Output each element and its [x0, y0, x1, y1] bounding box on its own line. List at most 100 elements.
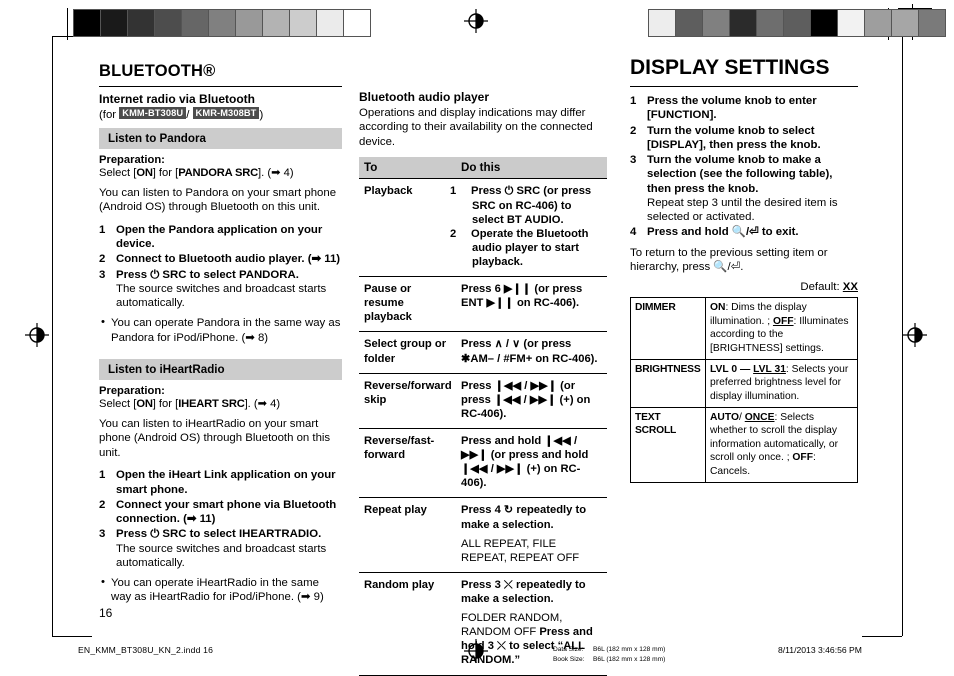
step-number: 2 [99, 498, 106, 511]
step-number: 1 [630, 95, 637, 107]
gray-patch-wedge-right [648, 9, 946, 37]
prep-a: Select [ [99, 167, 137, 179]
step-text: Press ⏻ SRC to select PANDORA. [116, 268, 299, 281]
step-text: Connect to Bluetooth audio player. (➡ 11… [116, 253, 341, 266]
manual-page: BLUETOOTH® Internet radio via Bluetooth … [0, 0, 954, 676]
model-applicability-line: (for KMM-BT308U / KMR-M308BT) [99, 107, 342, 121]
table-row: Reverse/fast-forward Press and hold ❙◀◀ … [359, 427, 607, 498]
prep-page-ref: 4) [280, 167, 294, 179]
row-label-repeat-play: Repeat play [359, 497, 456, 573]
pandora-intro-text: You can listen to Pandora on your smart … [99, 187, 337, 214]
for-prefix: (for [99, 109, 120, 121]
default-value-line: Default: XX [630, 281, 858, 293]
list-item: • You can operate Pandora in the same wa… [99, 316, 342, 345]
prep-setting-pandora-src: PANDORA SRC [178, 167, 259, 179]
column-bluetooth: BLUETOOTH® Internet radio via Bluetooth … [99, 62, 342, 611]
list-item: 3 Press ⏻ SRC to select PANDORA. The sou… [99, 268, 342, 311]
step-text: Operate the Bluetooth audio player to st… [471, 227, 589, 268]
row-action-pause-resume: Press 6 ▶❙❙ (or press ENT ▶❙❙ on RC-406)… [456, 276, 607, 332]
setting-key-dimmer: DIMMER [630, 297, 706, 360]
step-text: Press ⏻ SRC to select IHEARTRADIO. [116, 528, 322, 541]
prep-setting-iheart-src: IHEART SRC [178, 397, 245, 410]
pandora-steps-list: 1 Open the Pandora application on your d… [99, 223, 342, 311]
prep-value-on: ON [136, 397, 153, 410]
subsection-band-listen-to-pandora: Listen to Pandora [99, 128, 342, 149]
option-lvl31-default: LVL 31 [753, 363, 786, 375]
row-action-select-group: Press ∧ / ∨ (or press ✱AM– / #FM+ on RC-… [456, 331, 607, 374]
note-text: You can operate iHeartRadio in the same … [111, 577, 324, 604]
iheart-preparation-text: Select [ON] for [IHEART SRC]. (➡ 4) [99, 397, 342, 410]
row-label-random-play: Random play [359, 571, 456, 676]
crop-mark-bottom-left [52, 636, 92, 637]
numbered-step: 2 Operate the Bluetooth audio player to s… [450, 227, 603, 269]
book-size-label: Book Size: [553, 656, 585, 664]
step-text: Open the iHeart Link application on your… [116, 469, 336, 496]
table-row: Playback 1 Press ⏻ SRC (or press SRC on R… [359, 178, 607, 277]
step-subtext: Repeat step 3 until the desired item is … [647, 196, 838, 223]
step-text: Turn the volume knob to select [DISPLAY]… [647, 124, 821, 151]
footer-timestamp: 8/11/2013 3:46:56 PM [778, 645, 862, 655]
column-display-settings: DISPLAY SETTINGS 1 Press the volume knob… [630, 56, 858, 483]
prep-page-ref: 4) [267, 397, 281, 410]
display-settings-return-text: To return to the previous setting item o… [630, 246, 828, 273]
table-row: Pause or resume playback Press 6 ▶❙❙ (or… [359, 276, 607, 332]
list-item: 4 Press and hold 🔍/⏎ to exit. [630, 225, 858, 239]
step-number: 4 [630, 226, 637, 239]
table-header-row: To Do this [359, 157, 607, 179]
prep-value-on: ON [136, 167, 153, 179]
numbered-step: 1 Press ⏻ SRC (or press SRC on RC-406) to… [450, 184, 603, 226]
step-number: 3 [630, 154, 637, 166]
prep-b: ] for [ [152, 167, 179, 179]
data-size-value: B6L (182 mm x 128 mm) [593, 646, 666, 653]
step-text: Press and hold 🔍/⏎ to exit. [647, 226, 799, 239]
row-label-select-group: Select group or folder [359, 331, 456, 374]
row-label-playback: Playback [359, 178, 456, 277]
row-action-repeat-play: Press 4 ↻ repeatedly to make a selection… [456, 497, 607, 573]
step-number: 2 [99, 253, 106, 266]
model-badge-kmm-bt308u: KMM-BT308U [119, 107, 187, 119]
step-subtext: The source switches and broadcast starts… [116, 542, 327, 569]
list-item: 1 Press the volume knob to enter [FUNCTI… [630, 94, 858, 123]
setting-desc-brightness: LVL 0 — LVL 31: Selects your preferred b… [705, 358, 858, 408]
step-text: Press ⏻ SRC (or press SRC on RC-406) to … [471, 185, 592, 226]
page-ref-arrow-icon: ➡ [257, 396, 268, 410]
option-auto: AUTO [710, 412, 739, 424]
crop-mark-left-page-edge [52, 36, 53, 636]
subsection-band-listen-to-iheartradio: Listen to iHeartRadio [99, 358, 342, 380]
prep-b: ] for [ [152, 397, 179, 410]
row-label-pause-resume: Pause or resume playback [359, 276, 456, 332]
bullet-dot-icon: • [101, 576, 105, 589]
table-row: BRIGHTNESS LVL 0 — LVL 31: Selects your … [630, 358, 858, 408]
list-item: 2 Connect to Bluetooth audio player. (➡ … [99, 252, 342, 266]
list-item: 1 Open the iHeart Link application on yo… [99, 468, 342, 497]
registration-target-icon-right [902, 322, 928, 348]
bluetooth-audio-operations-table: To Do this Playback 1 Press ⏻ SRC (or pre… [359, 157, 607, 676]
step-number: 3 [99, 268, 106, 281]
note-text: You can operate Pandora in the same way … [111, 317, 341, 344]
registration-target-icon-top [463, 8, 489, 34]
bluetooth-audio-intro: Operations and display indications may d… [359, 107, 593, 148]
table-row: TEXT SCROLL AUTO/ ONCE: Selects whether … [630, 407, 858, 483]
data-size-row: Data Size: B6L (182 mm x 128 mm) [553, 645, 665, 655]
pandora-preparation-label: Preparation: [99, 154, 165, 166]
default-value: XX [842, 281, 858, 294]
page-number: 16 [99, 606, 113, 620]
option-once-default: ONCE [744, 412, 775, 424]
option-off: OFF [792, 452, 814, 464]
option-range-start: LVL 0 — [710, 363, 754, 375]
gray-step-wedge-left [73, 9, 371, 37]
row-label-skip: Reverse/forward skip [359, 372, 456, 429]
default-label: Default: [800, 281, 843, 294]
footer-size-block: Data Size: B6L (182 mm x 128 mm) Book Siz… [553, 645, 665, 665]
display-settings-table: DIMMER ON: Dims the display illumination… [630, 297, 858, 483]
list-item: 3 Turn the volume knob to make a selecti… [630, 153, 858, 224]
list-item: 1 Open the Pandora application on your d… [99, 223, 342, 252]
table-row: Select group or folder Press ∧ / ∨ (or p… [359, 331, 607, 374]
option-on: ON [710, 302, 726, 314]
list-item: • You can operate iHeartRadio in the sam… [99, 576, 342, 605]
step-text: Connect your smart phone via Bluetooth c… [116, 498, 337, 526]
step-text: Press the volume knob to enter [FUNCTION… [647, 95, 817, 122]
row-action-skip: Press ❙◀◀ / ▶▶❙ (or press ❙◀◀ / ▶▶❙ (+) … [456, 372, 607, 429]
data-size-label: Data Size: [553, 646, 584, 653]
